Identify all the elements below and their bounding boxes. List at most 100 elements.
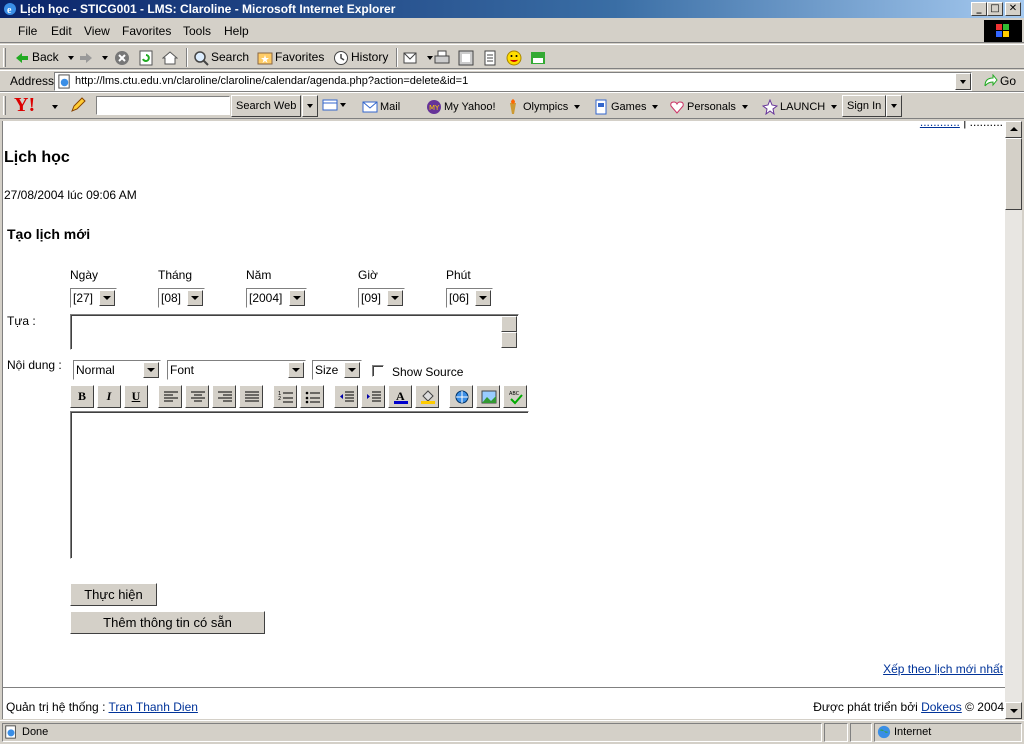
favorites-button[interactable]: Favorites [257,48,324,67]
spellcheck-button[interactable]: ABC [503,385,527,408]
add-existing-button[interactable]: Thêm thông tin có sẵn [70,611,265,634]
title-textarea[interactable] [70,314,519,350]
home-button[interactable] [162,48,180,67]
mail-dropdown-icon[interactable] [427,55,433,60]
olympics-dropdown-icon[interactable] [574,105,581,109]
menu-file[interactable]: File [18,24,37,38]
address-input[interactable]: http://lms.ctu.edu.vn/claroline/clarolin… [54,72,972,91]
year-select[interactable]: [2004] [246,288,307,308]
scroll-up-icon[interactable] [501,316,517,332]
svg-text:MY: MY [429,104,440,112]
highlight-color-button[interactable] [415,385,439,408]
games-link[interactable]: Games [593,99,659,115]
menu-favorites[interactable]: Favorites [122,24,171,38]
insert-image-button[interactable] [476,385,500,408]
personals-dropdown-icon[interactable] [741,105,748,109]
show-source-checkbox[interactable] [372,365,384,377]
unordered-list-button[interactable] [300,385,324,408]
ordered-list-button[interactable]: 12 [273,385,297,408]
discuss-button[interactable] [482,48,500,67]
close-button[interactable]: ✕ [1005,2,1021,16]
my-yahoo-label: My Yahoo! [444,100,496,113]
menu-view[interactable]: View [84,24,110,38]
yahoo-dropdown-icon[interactable] [52,105,58,109]
layout-dropdown-icon[interactable] [340,103,346,107]
bold-button[interactable]: B [70,385,94,408]
align-left-button[interactable] [158,385,182,408]
search-web-button[interactable]: Search Web [231,95,302,117]
messenger-button[interactable] [506,48,524,67]
history-button[interactable]: History [333,48,388,67]
menu-tools[interactable]: Tools [183,24,211,38]
back-dropdown-icon[interactable] [68,55,75,60]
forward-dropdown-icon[interactable] [102,55,108,60]
stop-button[interactable] [114,48,132,67]
ordered-list-icon: 12 [278,391,293,403]
dokeos-link[interactable]: Dokeos [921,700,962,714]
go-button[interactable]: Go [982,74,1016,90]
year-value: [2004] [249,291,283,305]
back-button[interactable]: Back [14,48,75,67]
launch-link[interactable]: LAUNCH [762,99,838,115]
scroll-thumb[interactable] [1005,138,1022,210]
underline-button[interactable]: U [124,385,148,408]
menu-edit[interactable]: Edit [51,24,72,38]
page-scrollbar[interactable] [1005,121,1022,719]
top-link[interactable]: ............ [920,121,960,129]
insert-link-button[interactable] [449,385,473,408]
maximize-button[interactable]: □ [987,2,1003,16]
yahoo-pencil-button[interactable] [70,97,88,113]
minimize-button[interactable]: _ [971,2,987,16]
size-select[interactable]: Size [312,360,362,380]
games-dropdown-icon[interactable] [652,105,659,109]
chevron-down-icon [187,290,203,306]
search-button[interactable]: Search [193,48,249,67]
menu-help[interactable]: Help [224,24,249,38]
yahoo-logo[interactable]: Y! [14,94,35,117]
align-right-button[interactable] [212,385,236,408]
address-dropdown[interactable] [955,73,971,90]
scroll-down-icon[interactable] [1005,702,1022,719]
hour-select[interactable]: [09] [358,288,405,308]
italic-button[interactable]: I [97,385,121,408]
sort-newest-link[interactable]: Xếp theo lịch mới nhất [883,662,1003,676]
day-select[interactable]: [27] [70,288,117,308]
forward-button[interactable] [78,48,108,67]
print-button[interactable] [434,48,452,67]
submit-button[interactable]: Thực hiện [70,583,157,606]
edit-icon [458,50,474,66]
personals-link[interactable]: Personals [669,99,748,115]
mail-button[interactable] [403,48,433,67]
refresh-button[interactable] [138,48,156,67]
format-select[interactable]: Normal [73,360,161,380]
olympics-link[interactable]: Olympics [505,99,581,115]
yahoo-layout-button[interactable] [322,97,346,113]
month-select[interactable]: [08] [158,288,205,308]
outdent-button[interactable] [334,385,358,408]
content-editor-area[interactable] [70,411,529,559]
yahoo-toolbar: Y! Search Web Mail MY My Yahoo! Olympics … [0,92,1024,119]
sign-in-button[interactable]: Sign In [842,95,887,117]
minute-select[interactable]: [06] [446,288,493,308]
top-links: ............ | .......... [920,121,1003,129]
favorites-label: Favorites [275,50,325,64]
sign-in-dropdown[interactable] [886,95,902,117]
yahoo-mail-link[interactable]: Mail [362,99,400,115]
yahoo-search-input[interactable] [96,96,230,115]
scroll-up-icon[interactable] [1005,121,1022,138]
launch-dropdown-icon[interactable] [831,105,838,109]
search-web-dropdown[interactable] [302,95,318,117]
indent-button[interactable] [361,385,385,408]
align-center-button[interactable] [185,385,209,408]
month-label: Tháng [158,268,193,282]
back-label: Back [32,50,59,64]
my-yahoo-link[interactable]: MY My Yahoo! [426,99,496,115]
edit-page-button[interactable] [458,48,476,67]
scroll-down-icon[interactable] [501,332,517,348]
lite-button[interactable] [530,48,548,67]
title-scrollbar[interactable] [501,316,517,348]
font-select[interactable]: Font [167,360,306,380]
text-color-button[interactable]: A [388,385,412,408]
justify-button[interactable] [239,385,263,408]
admin-link[interactable]: Tran Thanh Dien [109,700,198,714]
